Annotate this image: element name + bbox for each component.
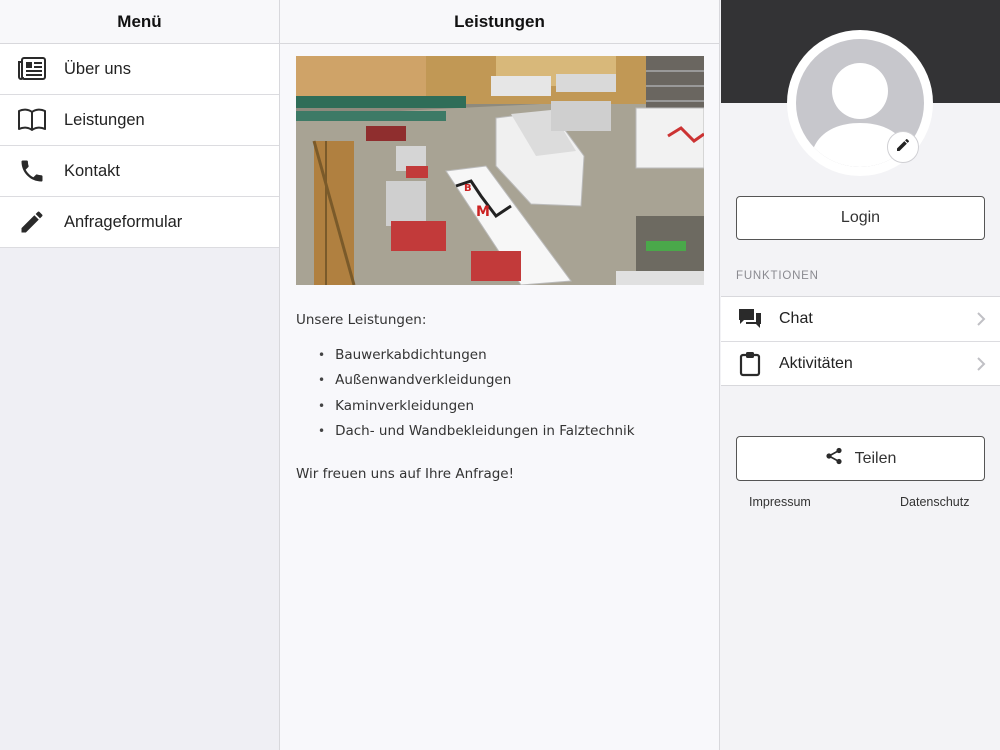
functions-list: Chat Aktivitäten bbox=[721, 296, 1000, 386]
share-label: Teilen bbox=[854, 449, 897, 467]
menu-item-anfrageformular[interactable]: Anfrageformular bbox=[0, 197, 279, 248]
services-text: Unsere Leistungen: Bauwerkabdichtungen A… bbox=[296, 312, 706, 496]
phone-icon bbox=[0, 157, 64, 185]
function-item-aktivitaeten[interactable]: Aktivitäten bbox=[721, 341, 1000, 385]
edit-avatar-button[interactable] bbox=[887, 131, 919, 163]
book-icon bbox=[0, 108, 64, 132]
datenschutz-link[interactable]: Datenschutz bbox=[900, 495, 969, 509]
page-title: Leistungen bbox=[280, 0, 719, 44]
chat-icon bbox=[721, 307, 779, 331]
share-icon bbox=[825, 447, 855, 470]
share-button[interactable]: Teilen bbox=[736, 436, 985, 481]
profile-panel: Login FUNKTIONEN Chat Aktivitäten Teilen… bbox=[721, 0, 1000, 750]
login-button[interactable]: Login bbox=[736, 196, 985, 240]
section-label-funktionen: FUNKTIONEN bbox=[736, 270, 819, 282]
list-item: Dach- und Wandbekleidungen in Falztechni… bbox=[318, 419, 706, 445]
pencil-icon bbox=[0, 208, 64, 236]
content-panel: Leistungen B M Unsere Leistungen: • Bauw… bbox=[280, 0, 720, 750]
menu-item-leistungen[interactable]: Leistungen bbox=[0, 95, 279, 146]
list-item: Kaminverkleidungen bbox=[318, 393, 706, 419]
menu-item-ueber-uns[interactable]: Über uns bbox=[0, 44, 279, 95]
menu-panel: Menü Über uns Leistungen Kontakt Anfrage… bbox=[0, 0, 280, 750]
chevron-right-icon bbox=[976, 356, 986, 377]
newspaper-icon bbox=[0, 56, 64, 82]
impressum-link[interactable]: Impressum bbox=[749, 495, 811, 509]
menu-item-label: Leistungen bbox=[64, 110, 145, 129]
services-closing: Wir freuen uns auf Ihre Anfrage! bbox=[296, 466, 515, 482]
services-list: Bauwerkabdichtungen Außenwandverkleidung… bbox=[318, 342, 706, 444]
function-item-chat[interactable]: Chat bbox=[721, 297, 1000, 341]
menu-title: Menü bbox=[0, 0, 279, 44]
chevron-right-icon bbox=[976, 311, 986, 332]
function-label: Chat bbox=[779, 310, 813, 327]
menu-item-label: Über uns bbox=[64, 59, 131, 78]
workshop-photo: B M bbox=[296, 56, 704, 285]
pencil-icon bbox=[895, 137, 911, 158]
list-item: Außenwandverkleidungen bbox=[318, 368, 706, 394]
clipboard-icon bbox=[721, 351, 779, 377]
function-label: Aktivitäten bbox=[779, 354, 853, 372]
services-intro: Unsere Leistungen: bbox=[296, 312, 427, 328]
svg-text:M: M bbox=[476, 204, 490, 220]
menu-item-label: Anfrageformular bbox=[64, 212, 183, 231]
menu-item-kontakt[interactable]: Kontakt bbox=[0, 146, 279, 197]
svg-text:B: B bbox=[464, 183, 472, 194]
list-item: Bauwerkabdichtungen bbox=[318, 342, 706, 368]
menu-item-label: Kontakt bbox=[64, 161, 120, 180]
